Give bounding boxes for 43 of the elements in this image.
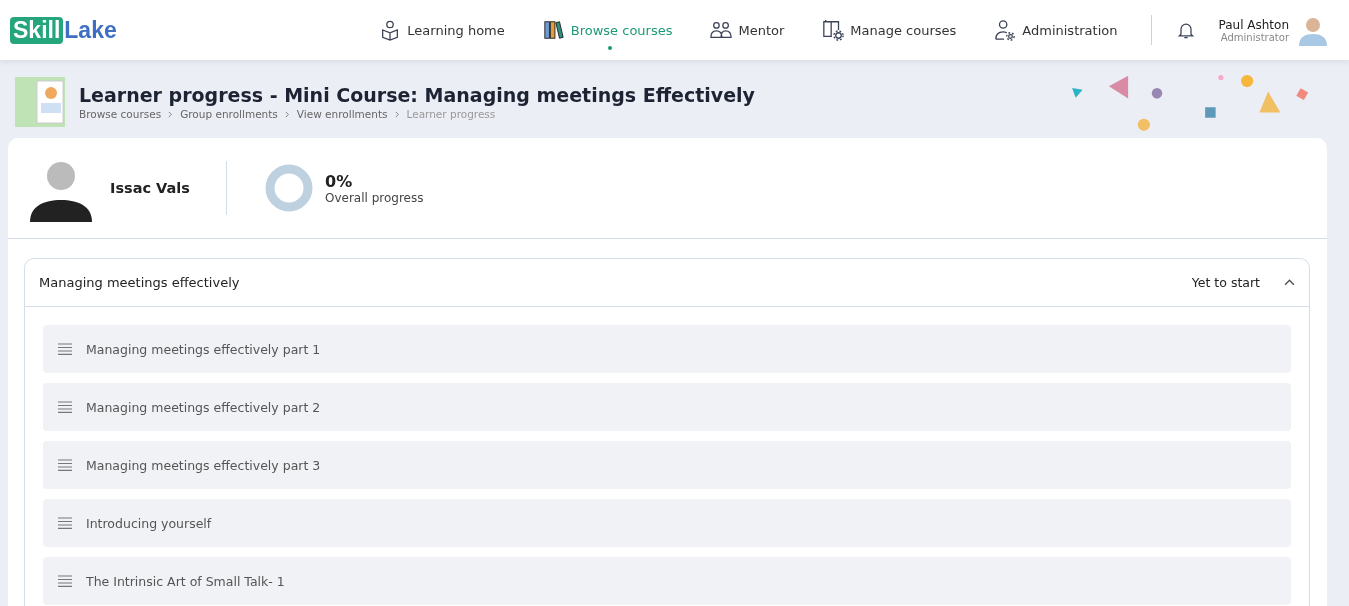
lines-icon <box>58 459 72 471</box>
lesson-row[interactable]: Managing meetings effectively part 3 <box>43 441 1291 489</box>
progress-label: Overall progress <box>325 190 424 205</box>
active-dot <box>607 46 612 50</box>
chevron-right-icon <box>167 110 175 118</box>
nav-tab[interactable]: Administration <box>994 19 1118 41</box>
lines-icon <box>58 517 72 529</box>
lesson-title: Introducing yourself <box>86 515 212 531</box>
book-gear-icon <box>822 19 845 41</box>
user-gear-icon <box>994 19 1017 41</box>
user-role: Administrator <box>1219 31 1289 43</box>
lesson-title: Managing meetings effectively part 3 <box>86 457 321 473</box>
people-icon <box>710 19 733 41</box>
lesson-title: The Intrinsic Art of Small Talk- 1 <box>86 573 285 589</box>
section-header[interactable]: Managing meetings effectively Yet to start <box>25 259 1309 307</box>
lesson-title: Managing meetings effectively part 1 <box>86 341 321 357</box>
breadcrumb-link[interactable]: Group enrollments <box>180 108 278 120</box>
learner-name: Issac Vals <box>110 180 191 196</box>
chevron-right-icon <box>283 110 291 118</box>
nav-tab[interactable]: Manage courses <box>822 19 957 41</box>
breadcrumb-link[interactable]: View enrollments <box>296 108 388 120</box>
chevron-right-icon <box>393 110 401 118</box>
nav-tab[interactable]: Mentor <box>710 19 785 41</box>
lesson-row[interactable]: Managing meetings effectively part 2 <box>43 383 1291 431</box>
lines-icon <box>58 575 72 587</box>
page-title: Learner progress - Mini Course: Managing meetings Effectively <box>79 84 755 106</box>
lines-icon <box>58 343 72 355</box>
section-title: Managing meetings effectively <box>39 275 240 290</box>
section-status: Yet to start <box>1191 275 1260 290</box>
user-name: Paul Ashton <box>1218 17 1289 32</box>
nav-tab[interactable]: Browse courses <box>542 19 673 41</box>
lesson-title: Managing meetings effectively part 2 <box>86 399 321 415</box>
progress-ring <box>265 164 313 212</box>
breadcrumb-link[interactable]: Browse courses <box>79 108 162 120</box>
books-icon <box>542 19 565 41</box>
lines-icon <box>58 401 72 413</box>
nav-tab[interactable]: Learning home <box>379 19 505 41</box>
lesson-row[interactable]: Managing meetings effectively part 1 <box>43 325 1291 373</box>
lesson-row[interactable]: Introducing yourself <box>43 499 1291 547</box>
lesson-row[interactable]: The Intrinsic Art of Small Talk- 1 <box>43 557 1291 605</box>
chevron-icon[interactable] <box>1284 277 1295 288</box>
progress-percent: 0% <box>325 171 354 191</box>
course-thumbnail <box>15 77 65 127</box>
